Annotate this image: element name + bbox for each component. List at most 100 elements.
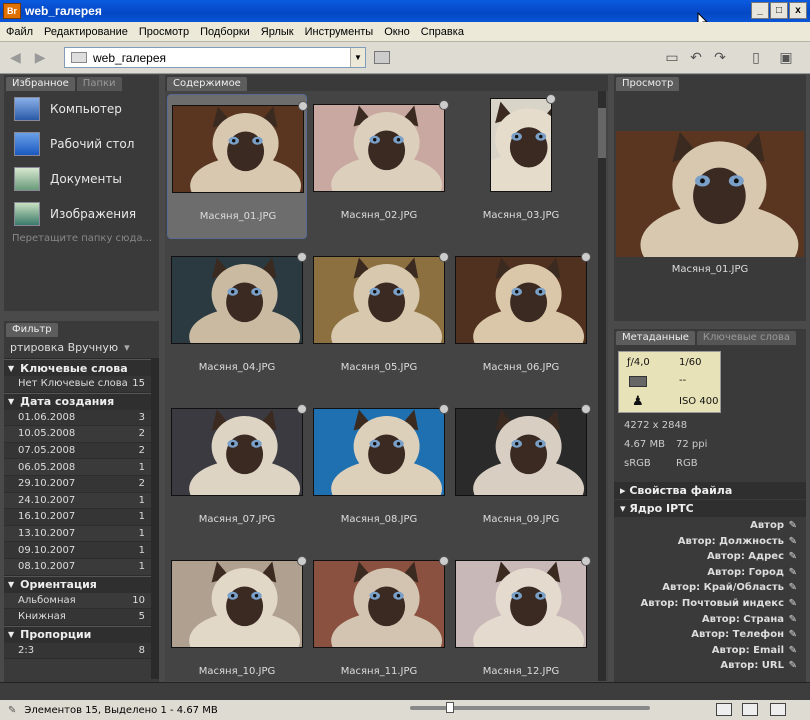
thumbnail-image[interactable] [455, 560, 587, 648]
thumbnail-image[interactable] [171, 408, 303, 496]
tab-folders[interactable]: Папки [76, 77, 122, 91]
tab-favorites[interactable]: Избранное [6, 77, 75, 91]
thumbnail-cell[interactable]: Масяня_04.JPG [167, 246, 307, 391]
thumbnail-image[interactable] [313, 256, 445, 344]
thumbnail-image[interactable] [313, 560, 445, 648]
thumbnail-image[interactable] [455, 256, 587, 344]
edit-pencil-icon[interactable]: ✎ [789, 660, 797, 671]
tab-keywords[interactable]: Ключевые слова [696, 331, 797, 345]
menu-help[interactable]: Справка [421, 26, 464, 38]
filter-row[interactable]: 2:3 8 [4, 642, 159, 660]
favorite-documents[interactable]: Документы [4, 161, 159, 196]
thumbnail-cell[interactable]: Масяня_03.JPG [451, 94, 591, 239]
edit-pencil-icon[interactable]: ✎ [789, 520, 797, 531]
view-details-icon[interactable] [742, 703, 758, 716]
filter-row[interactable]: 09.10.2007 1 [4, 542, 159, 559]
path-dropdown[interactable]: web_галерея ▼ [64, 47, 366, 68]
thumbnail-cell[interactable]: Масяня_05.JPG [309, 246, 449, 391]
filter-row[interactable]: 16.10.2007 1 [4, 509, 159, 526]
chevron-down-icon[interactable]: ▾ [124, 341, 130, 354]
thumbnail-cell[interactable]: Масяня_12.JPG [451, 550, 591, 681]
tab-preview[interactable]: Просмотр [616, 77, 680, 91]
thumbnail-image[interactable] [171, 256, 303, 344]
thumbnail-cell[interactable]: Масяня_01.JPG [167, 94, 308, 239]
recent-folders-icon[interactable] [374, 51, 390, 64]
thumbnail-image[interactable] [171, 560, 303, 648]
filter-row[interactable]: 06.05.2008 1 [4, 459, 159, 476]
edit-pencil-icon[interactable]: ✎ [789, 629, 797, 640]
filter-row[interactable]: Альбомная 10 [4, 593, 159, 610]
edit-pencil-icon[interactable]: ✎ [789, 582, 797, 593]
thumbnail-cell[interactable]: Масяня_07.JPG [167, 398, 307, 543]
rotate-right-icon[interactable]: ↷ [712, 50, 728, 66]
favorite-computer[interactable]: Компьютер [4, 91, 159, 126]
chevron-down-icon[interactable]: ▼ [350, 48, 365, 67]
edit-pencil-icon[interactable]: ✎ [789, 551, 797, 562]
filter-group-header[interactable]: ▼ Пропорции [4, 625, 159, 643]
rotate-badge-icon[interactable] [297, 404, 307, 414]
filter-row[interactable]: 07.05.2008 2 [4, 442, 159, 460]
menu-tools[interactable]: Инструменты [305, 26, 374, 38]
menu-stacks[interactable]: Подборки [200, 26, 250, 38]
filter-scrollbar[interactable] [151, 359, 159, 679]
filter-row[interactable]: 08.10.2007 1 [4, 559, 159, 576]
menu-label[interactable]: Ярлык [261, 26, 294, 38]
filter-row[interactable]: 10.05.2008 2 [4, 426, 159, 443]
rotate-badge-icon[interactable] [581, 252, 591, 262]
minimize-button[interactable]: _ [751, 2, 769, 19]
thumbnail-cell[interactable]: Масяня_10.JPG [167, 550, 307, 681]
filter-row[interactable]: 13.10.2007 1 [4, 526, 159, 543]
back-arrow-icon[interactable]: ◀ [10, 50, 21, 66]
view-thumbnails-icon[interactable] [716, 703, 732, 716]
close-button[interactable]: x [789, 2, 807, 19]
filter-group-header[interactable]: ▼ Дата создания [4, 392, 159, 410]
favorite-pictures[interactable]: Изображения [4, 196, 159, 231]
menu-file[interactable]: Файл [6, 26, 33, 38]
edit-pencil-icon[interactable]: ✎ [789, 536, 797, 547]
sort-dropdown[interactable]: ртировка Вручную ▾ [4, 337, 159, 359]
iptc-core-group[interactable]: ▾ Ядро IPTC [614, 500, 806, 517]
rotate-badge-icon[interactable] [298, 101, 308, 111]
tab-content[interactable]: Содержимое [167, 77, 247, 91]
menu-view[interactable]: Просмотр [139, 26, 189, 38]
filter-row[interactable]: 24.10.2007 1 [4, 493, 159, 510]
menu-edit[interactable]: Редактирование [44, 26, 128, 38]
rotate-badge-icon[interactable] [439, 252, 449, 262]
content-scrollbar[interactable] [598, 91, 606, 681]
filter-group-header[interactable]: ▼ Ключевые слова [4, 359, 159, 376]
filter-row[interactable]: Книжная 5 [4, 609, 159, 626]
forward-arrow-icon[interactable]: ▶ [35, 50, 46, 66]
edit-pencil-icon[interactable]: ✎ [789, 598, 797, 609]
filter-row[interactable]: Нет Ключевые слова 15 [4, 376, 159, 393]
rotate-badge-icon[interactable] [439, 404, 449, 414]
thumbnail-image[interactable] [455, 408, 587, 496]
view-list-icon[interactable] [770, 703, 786, 716]
tools-icon[interactable]: ✎ [8, 705, 16, 716]
rotate-badge-icon[interactable] [439, 556, 449, 566]
new-folder-icon[interactable]: ▭ [664, 50, 680, 66]
rotate-badge-icon[interactable] [546, 94, 556, 104]
content-scroll-thumb[interactable] [598, 108, 606, 158]
tab-metadata[interactable]: Метаданные [616, 331, 695, 345]
thumbnail-image[interactable] [313, 104, 445, 192]
rotate-left-icon[interactable]: ↶ [688, 50, 704, 66]
toolbar-menu-icon[interactable]: ▣ [778, 50, 794, 66]
file-properties-group[interactable]: ▸ Свойства файла [614, 482, 806, 499]
thumbnail-image[interactable] [313, 408, 445, 496]
thumbnail-cell[interactable]: Масяня_09.JPG [451, 398, 591, 543]
thumbnail-cell[interactable]: Масяня_06.JPG [451, 246, 591, 391]
rotate-badge-icon[interactable] [581, 556, 591, 566]
filter-row[interactable]: 01.06.2008 3 [4, 409, 159, 427]
tab-filter[interactable]: Фильтр [6, 323, 58, 337]
rotate-badge-icon[interactable] [297, 252, 307, 262]
edit-pencil-icon[interactable]: ✎ [789, 567, 797, 578]
thumbnail-slider-knob[interactable] [446, 702, 454, 713]
thumbnail-cell[interactable]: Масяня_08.JPG [309, 398, 449, 543]
rotate-badge-icon[interactable] [297, 556, 307, 566]
favorite-desktop[interactable]: Рабочий стол [4, 126, 159, 161]
trash-icon[interactable]: ▯ [748, 50, 764, 66]
rotate-badge-icon[interactable] [439, 100, 449, 110]
thumbnail-cell[interactable]: Масяня_11.JPG [309, 550, 449, 681]
rotate-badge-icon[interactable] [581, 404, 591, 414]
thumbnail-image[interactable] [490, 98, 552, 192]
